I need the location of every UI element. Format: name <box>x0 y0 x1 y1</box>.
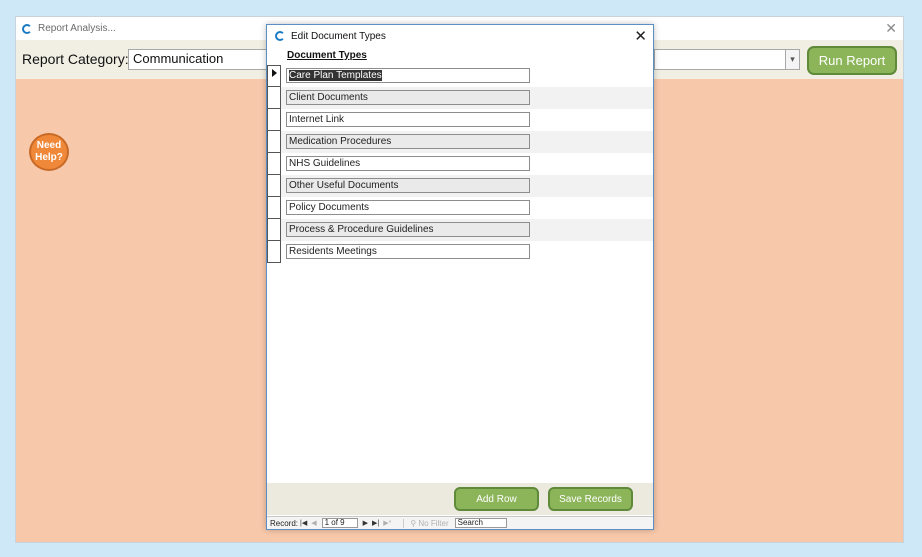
help-text-line1: Need <box>36 140 62 151</box>
save-records-button[interactable]: Save Records <box>548 487 633 511</box>
record-selector[interactable] <box>267 175 281 197</box>
dialog-title: Edit Document Types <box>291 30 386 42</box>
app-logo-icon <box>275 31 285 41</box>
list-item: Other Useful Documents <box>267 175 653 197</box>
list-item: Medication Procedures <box>267 131 653 153</box>
record-selector[interactable] <box>267 109 281 131</box>
previous-record-icon[interactable]: ◀ <box>311 519 316 527</box>
report-category-select[interactable]: Communication <box>128 49 268 70</box>
last-record-icon[interactable]: ▶| <box>372 519 379 527</box>
need-help-button[interactable]: Need Help? <box>29 133 69 171</box>
main-close-icon[interactable]: ✕ <box>885 20 897 37</box>
no-filter-label: No Filter <box>418 518 449 528</box>
run-report-button[interactable]: Run Report <box>807 46 897 75</box>
close-icon[interactable]: ✕ <box>634 27 647 45</box>
chevron-down-icon[interactable]: ▾ <box>785 50 799 69</box>
document-type-field[interactable]: Internet Link <box>286 112 530 127</box>
next-record-icon[interactable]: ▶ <box>363 519 368 527</box>
list-item: Process & Procedure Guidelines <box>267 219 653 241</box>
document-type-field[interactable]: Client Documents <box>286 90 530 105</box>
main-window-title: Report Analysis... <box>38 23 116 34</box>
list-item: Policy Documents <box>267 197 653 219</box>
list-item: Client Documents <box>267 87 653 109</box>
list-item: Internet Link <box>267 109 653 131</box>
report-category-label: Report Category: <box>22 51 129 67</box>
app-logo-icon <box>22 23 32 34</box>
no-filter-indicator[interactable]: ⚲ No Filter <box>403 518 449 528</box>
record-selector[interactable] <box>267 219 281 241</box>
new-record-icon[interactable]: ▶* <box>383 519 391 527</box>
document-type-field[interactable]: Process & Procedure Guidelines <box>286 222 530 237</box>
search-input[interactable]: Search <box>454 518 507 528</box>
list-item: NHS Guidelines <box>267 153 653 175</box>
document-types-list: Care Plan Templates Client Documents Int… <box>267 65 653 263</box>
first-record-icon[interactable]: |◀ <box>300 519 307 527</box>
record-selector[interactable] <box>267 87 281 109</box>
document-type-field[interactable]: Residents Meetings <box>286 244 530 259</box>
record-selector[interactable] <box>267 131 281 153</box>
column-header: Document Types <box>287 50 367 61</box>
record-navigation-bar: Record: |◀ ◀ 1 of 9 ▶ ▶| ▶* ⚲ No Filter … <box>267 516 653 529</box>
list-item: Residents Meetings <box>267 241 653 263</box>
document-type-field[interactable]: Policy Documents <box>286 200 530 215</box>
dialog-footer: Add Row Save Records <box>267 483 653 515</box>
document-type-text: Care Plan Templates <box>289 70 382 81</box>
record-selector[interactable] <box>267 153 281 175</box>
current-record-arrow-icon <box>272 69 277 77</box>
document-type-field[interactable]: Care Plan Templates <box>286 68 530 83</box>
record-selector[interactable] <box>267 241 281 263</box>
document-type-field[interactable]: NHS Guidelines <box>286 156 530 171</box>
edit-document-types-dialog: Edit Document Types ✕ Document Types Car… <box>266 24 654 530</box>
record-selector[interactable] <box>267 197 281 219</box>
report-select[interactable]: ▾ <box>654 49 800 70</box>
document-type-field[interactable]: Other Useful Documents <box>286 178 530 193</box>
add-row-button[interactable]: Add Row <box>454 487 539 511</box>
help-text-line2: Help? <box>35 152 63 163</box>
list-item: Care Plan Templates <box>267 65 653 87</box>
record-label: Record: <box>270 518 299 528</box>
record-selector[interactable] <box>267 65 281 87</box>
dialog-titlebar: Edit Document Types ✕ <box>267 25 653 47</box>
record-number-input[interactable]: 1 of 9 <box>321 518 358 528</box>
document-type-field[interactable]: Medication Procedures <box>286 134 530 149</box>
